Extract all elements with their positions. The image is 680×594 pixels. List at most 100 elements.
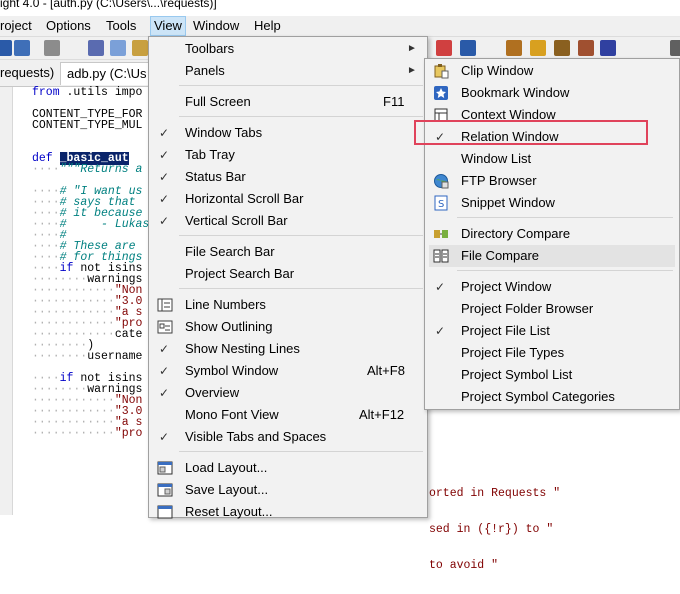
menu-item-save-layout[interactable]: Save Layout... [149, 479, 427, 501]
clip-window-icon [434, 64, 449, 79]
book-icon[interactable] [554, 40, 570, 56]
menu-item-symbol-window[interactable]: ✓ Symbol Window Alt+F8 [149, 360, 427, 382]
menu-item-toolbars[interactable]: Toolbars ► [149, 38, 427, 60]
hand-icon[interactable] [506, 40, 522, 56]
menu-item-ftp-browser[interactable]: FTP Browser [425, 170, 679, 192]
menu-item-window-list[interactable]: Window List [425, 148, 679, 170]
submenu-arrow-icon: ► [407, 65, 417, 76]
menu-item-panels[interactable]: Panels ► [149, 60, 427, 82]
outlining-icon [157, 320, 173, 334]
menu-project[interactable]: roject [0, 18, 32, 34]
menu-item-label: File Compare [461, 248, 540, 263]
checkmark-icon: ✓ [159, 430, 170, 444]
menu-item-label: Mono Font View [185, 407, 279, 422]
function-icon[interactable] [578, 40, 594, 56]
menu-item-label: Project Symbol Categories [461, 389, 615, 404]
menu-item-full-screen[interactable]: Full Screen F11 [149, 91, 427, 113]
menu-separator [179, 288, 423, 289]
checkmark-icon: ✓ [159, 364, 170, 378]
menu-item-file-compare[interactable]: File Compare [429, 245, 675, 267]
menu-item-label: Visible Tabs and Spaces [185, 429, 327, 444]
menu-item-label: Reset Layout... [185, 504, 273, 519]
menu-separator [179, 85, 423, 86]
save-icon[interactable] [0, 40, 12, 56]
menu-item-label: Show Nesting Lines [185, 341, 300, 356]
menu-help[interactable]: Help [254, 18, 281, 34]
copy-icon[interactable] [110, 40, 126, 56]
menu-item-show-nesting-lines[interactable]: ✓ Show Nesting Lines [149, 338, 427, 360]
menu-item-label: FTP Browser [461, 173, 537, 188]
checkmark-icon: ✓ [159, 148, 170, 162]
menu-item-clip-window[interactable]: Clip Window [425, 60, 679, 82]
menu-item-label: File Search Bar [185, 244, 275, 259]
menu-item-label: Project Symbol List [461, 367, 573, 382]
checkmark-icon: ✓ [159, 386, 170, 400]
menu-item-status-bar[interactable]: ✓ Status Bar [149, 166, 427, 188]
menu-item-label: Horizontal Scroll Bar [185, 191, 304, 206]
menu-item-label: Toolbars [185, 41, 235, 56]
code-right-fragments: orted in Requests " sed in ({!r}) to " t… [429, 466, 560, 593]
code-fragment: to avoid " [429, 559, 499, 572]
menu-item-visible-tabs-and-spaces[interactable]: ✓ Visible Tabs and Spaces [149, 426, 427, 448]
menu-item-bookmark-window[interactable]: Bookmark Window [425, 82, 679, 104]
menu-item-label: Snippet Window [461, 195, 555, 210]
menu-item-overview[interactable]: ✓ Overview [149, 382, 427, 404]
menu-item-line-numbers[interactable]: Line Numbers [149, 294, 427, 316]
menu-item-label: Load Layout... [185, 460, 268, 475]
menu-item-label: Project File Types [461, 345, 565, 360]
menu-item-file-search-bar[interactable]: File Search Bar [149, 241, 427, 263]
checkmark-icon: ✓ [159, 170, 170, 184]
paste-icon[interactable] [132, 40, 148, 56]
menu-item-window-tabs[interactable]: ✓ Window Tabs [149, 122, 427, 144]
menu-item-label: Tab Tray [185, 147, 235, 162]
menu-item-reset-layout[interactable]: Reset Layout... [149, 501, 427, 523]
relation-icon[interactable] [600, 40, 616, 56]
print-icon[interactable] [44, 40, 60, 56]
code-line: CONTENT_TYPE_MUL [32, 119, 143, 132]
menu-shortcut: Alt+F12 [359, 407, 405, 422]
submenu-arrow-icon: ► [407, 43, 417, 54]
menu-shortcut: F11 [383, 94, 405, 109]
menu-item-show-outlining[interactable]: Show Outlining [149, 316, 427, 338]
svg-text:S: S [438, 199, 444, 210]
load-layout-icon [157, 461, 173, 475]
checkmark-icon: ✓ [159, 214, 170, 228]
menu-view[interactable]: View [150, 16, 186, 36]
save-all-icon[interactable] [14, 40, 30, 56]
next-icon[interactable] [460, 40, 476, 56]
checkmark-icon: ✓ [159, 342, 170, 356]
menu-item-label: Clip Window [461, 63, 534, 78]
menu-item-tab-tray[interactable]: ✓ Tab Tray [149, 144, 427, 166]
relation-window-highlight [414, 120, 648, 145]
menu-item-snippet-window[interactable]: S Snippet Window [425, 192, 679, 214]
new-icon[interactable] [530, 40, 546, 56]
menu-item-project-search-bar[interactable]: Project Search Bar [149, 263, 427, 285]
menu-window[interactable]: Window [193, 18, 239, 34]
menu-item-project-folder-browser[interactable]: Project Folder Browser [425, 298, 679, 320]
menu-item-project-file-list[interactable]: ✓ Project File List [425, 320, 679, 342]
menu-item-load-layout[interactable]: Load Layout... [149, 457, 427, 479]
view-menu: Toolbars ► Panels ► Full Screen F11 ✓ Wi… [148, 36, 428, 519]
overflow-icon[interactable] [670, 40, 680, 56]
menu-item-horizontal-scroll-bar[interactable]: ✓ Horizontal Scroll Bar [149, 188, 427, 210]
menu-item-label: Show Outlining [185, 319, 273, 334]
menu-item-project-symbol-categories[interactable]: Project Symbol Categories [425, 386, 679, 408]
menu-item-label: Project Search Bar [185, 266, 295, 281]
jump-icon[interactable] [436, 40, 452, 56]
menu-shortcut: Alt+F8 [367, 363, 405, 378]
menu-tools[interactable]: Tools [106, 18, 136, 34]
menu-item-vertical-scroll-bar[interactable]: ✓ Vertical Scroll Bar [149, 210, 427, 232]
menu-item-label: Vertical Scroll Bar [185, 213, 288, 228]
menu-item-directory-compare[interactable]: Directory Compare [425, 223, 679, 245]
menu-options[interactable]: Options [46, 18, 91, 34]
menu-item-project-symbol-list[interactable]: Project Symbol List [425, 364, 679, 386]
menu-item-project-file-types[interactable]: Project File Types [425, 342, 679, 364]
menu-item-project-window[interactable]: ✓ Project Window [425, 276, 679, 298]
menu-item-label: Overview [185, 385, 240, 400]
menu-item-mono-font-view[interactable]: Mono Font View Alt+F12 [149, 404, 427, 426]
tab-requests[interactable]: requests) [0, 62, 60, 84]
code-fragment: sed in ({!r}) to " [429, 523, 554, 536]
cut-icon[interactable] [88, 40, 104, 56]
tab-adb[interactable]: adb.py (C:\Us [60, 62, 154, 85]
